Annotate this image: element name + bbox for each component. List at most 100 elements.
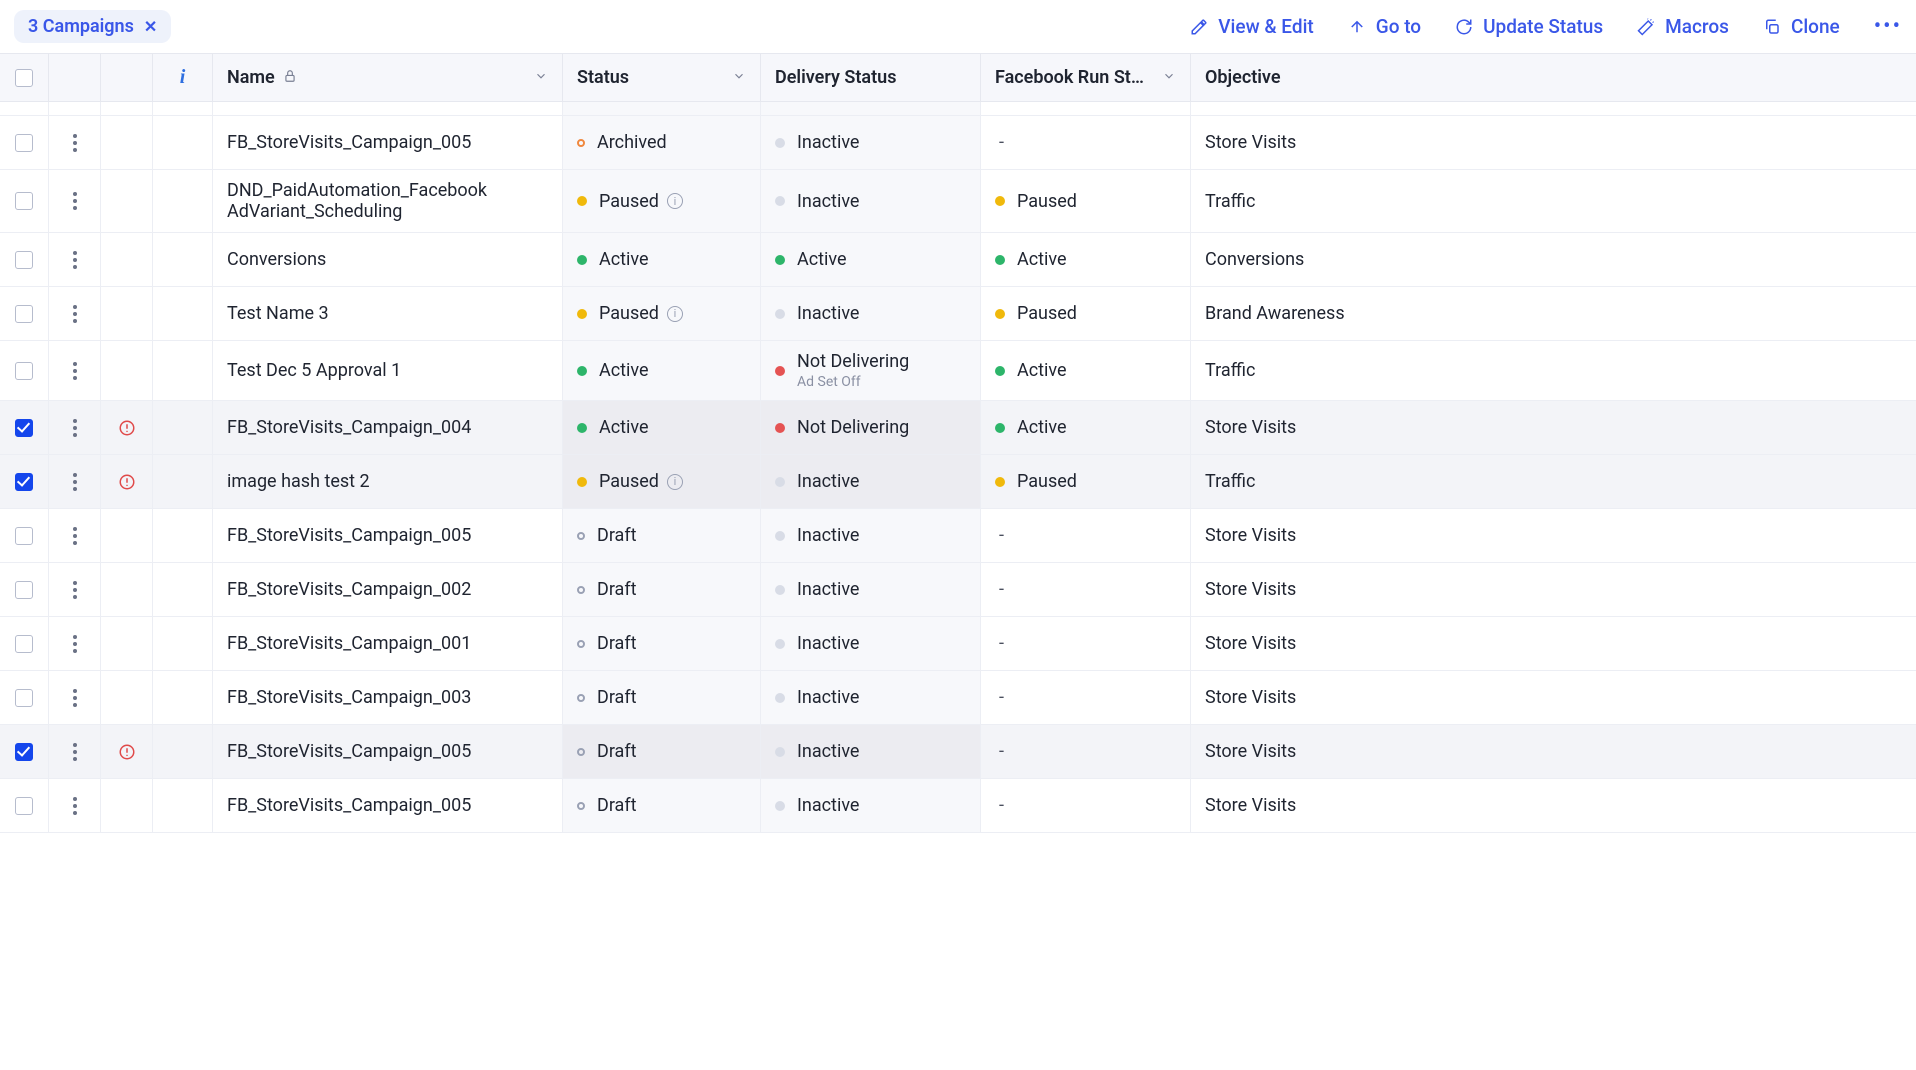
info-icon[interactable]: i [667,474,683,490]
close-icon[interactable]: ✕ [144,17,157,36]
row-name-cell[interactable]: FB_StoreVisits_Campaign_005 [213,116,563,169]
row-checkbox[interactable] [15,527,33,545]
row-info-cell [153,233,213,286]
status-text: Draft [597,687,637,708]
kebab-icon[interactable] [67,683,83,713]
row-objective-cell: Store Visits [1191,401,1916,454]
select-all-checkbox[interactable] [15,69,33,87]
table-row[interactable]: FB_StoreVisits_Campaign_005ArchivedInact… [0,116,1916,170]
row-checkbox[interactable] [15,251,33,269]
kebab-icon[interactable] [67,629,83,659]
row-checkbox[interactable] [15,797,33,815]
info-icon[interactable]: i [667,193,683,209]
status-dot-icon [577,196,587,206]
row-name-cell[interactable]: FB_StoreVisits_Campaign_005 [213,725,563,778]
table-row[interactable]: FB_StoreVisits_Campaign_005DraftInactive… [0,779,1916,833]
campaign-name: FB_StoreVisits_Campaign_002 [227,579,471,600]
macros-button[interactable]: Macros [1637,15,1729,38]
table-row[interactable]: FB_StoreVisits_Campaign_002DraftInactive… [0,563,1916,617]
kebab-icon[interactable] [67,575,83,605]
view-edit-button[interactable]: View & Edit [1190,15,1313,38]
warning-icon[interactable] [118,473,136,491]
table-row[interactable]: Test Name 3PausediInactivePausedBrand Aw… [0,287,1916,341]
row-name-cell[interactable]: FB_StoreVisits_Campaign_001 [213,617,563,670]
row-checkbox[interactable] [15,134,33,152]
status-dot-icon [775,196,785,206]
more-button[interactable]: ••• [1874,14,1902,39]
row-checkbox[interactable] [15,305,33,323]
row-name-cell[interactable]: FB_StoreVisits_Campaign_002 [213,563,563,616]
header-objective[interactable]: Objective [1191,54,1916,101]
kebab-icon[interactable] [67,299,83,329]
row-name-cell[interactable]: FB_StoreVisits_Campaign_004 [213,401,563,454]
status-text: Paused [599,471,659,492]
toolbar-left: 3 Campaigns ✕ [14,10,171,43]
kebab-icon[interactable] [67,186,83,216]
header-fbrun[interactable]: Facebook Run St… [981,54,1191,101]
row-warn-cell [101,233,153,286]
kebab-icon[interactable] [67,413,83,443]
row-checkbox[interactable] [15,419,33,437]
row-info-cell [153,170,213,232]
row-checkbox[interactable] [15,743,33,761]
row-name-cell[interactable]: FB_StoreVisits_Campaign_004 [213,102,563,115]
kebab-icon[interactable] [67,467,83,497]
row-fbrun-cell: Paused [981,455,1191,508]
header-delivery[interactable]: Delivery Status [761,54,981,101]
table-row[interactable]: image hash test 2PausediInactivePausedTr… [0,455,1916,509]
header-status[interactable]: Status [563,54,761,101]
warning-icon[interactable] [118,419,136,437]
kebab-icon[interactable] [67,791,83,821]
row-objective-cell: Store Visits [1191,617,1916,670]
row-checkbox[interactable] [15,192,33,210]
row-name-cell[interactable]: FB_StoreVisits_Campaign_003 [213,671,563,724]
row-checkbox[interactable] [15,635,33,653]
table-row[interactable]: FB_StoreVisits_Campaign_003DraftInactive… [0,671,1916,725]
row-delivery-cell: Inactive [761,725,981,778]
kebab-icon[interactable] [67,521,83,551]
header-name[interactable]: Name [213,54,563,101]
row-name-cell[interactable]: Conversions [213,233,563,286]
row-name-cell[interactable]: image hash test 2 [213,455,563,508]
row-status-cell: Archived [563,102,761,115]
selection-chip[interactable]: 3 Campaigns ✕ [14,10,171,43]
kebab-icon[interactable] [67,737,83,767]
row-name-cell[interactable]: FB_StoreVisits_Campaign_005 [213,509,563,562]
delivery-text: Not Delivering [797,351,909,372]
objective-text: Store Visits [1205,579,1296,600]
kebab-icon[interactable] [67,356,83,386]
table-row[interactable]: FB_StoreVisits_Campaign_005DraftInactive… [0,725,1916,779]
table-row[interactable]: FB_StoreVisits_Campaign_004ArchivedInact… [0,102,1916,116]
table-row[interactable]: DND_PaidAutomation_Facebook AdVariant_Sc… [0,170,1916,233]
row-objective-cell: Traffic [1191,455,1916,508]
kebab-icon[interactable] [67,128,83,158]
header-name-label: Name [227,67,275,88]
clone-button[interactable]: Clone [1763,15,1840,38]
row-checkbox[interactable] [15,581,33,599]
row-name-cell[interactable]: Test Name 3 [213,287,563,340]
row-checkbox[interactable] [15,362,33,380]
row-objective-cell: Traffic [1191,341,1916,400]
row-delivery-cell: Active [761,233,981,286]
info-icon[interactable]: i [667,306,683,322]
row-checkbox[interactable] [15,689,33,707]
table-row[interactable]: FB_StoreVisits_Campaign_001DraftInactive… [0,617,1916,671]
table-row[interactable]: Test Dec 5 Approval 1ActiveNot Deliverin… [0,341,1916,401]
pencil-icon [1190,18,1208,36]
status-dot-icon [775,801,785,811]
header-info-cell[interactable]: i [153,54,213,101]
row-name-cell[interactable]: DND_PaidAutomation_Facebook AdVariant_Sc… [213,170,563,232]
row-name-cell[interactable]: FB_StoreVisits_Campaign_005 [213,779,563,832]
row-checkbox[interactable] [15,473,33,491]
warning-icon[interactable] [118,743,136,761]
row-delivery-cell: Inactive [761,102,981,115]
update-status-button[interactable]: Update Status [1455,15,1603,38]
table-row[interactable]: FB_StoreVisits_Campaign_004ActiveNot Del… [0,401,1916,455]
kebab-icon[interactable] [67,245,83,275]
row-name-cell[interactable]: Test Dec 5 Approval 1 [213,341,563,400]
row-checkbox-cell [0,170,49,232]
go-to-button[interactable]: Go to [1348,15,1421,38]
table-row[interactable]: ConversionsActiveActiveActiveConversions [0,233,1916,287]
table-row[interactable]: FB_StoreVisits_Campaign_005DraftInactive… [0,509,1916,563]
objective-text: Traffic [1205,191,1255,212]
